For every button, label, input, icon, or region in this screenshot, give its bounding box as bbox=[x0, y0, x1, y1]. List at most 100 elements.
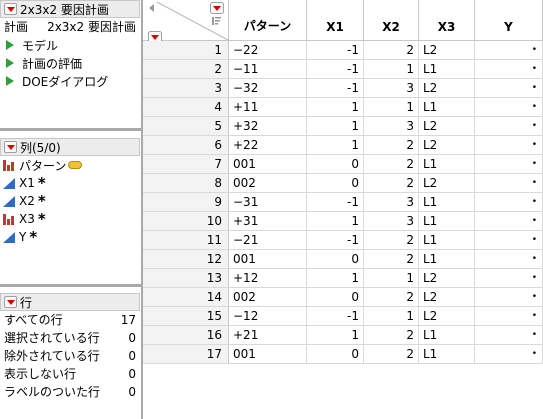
run-script-icon[interactable] bbox=[6, 40, 14, 50]
row-number[interactable]: 2 bbox=[143, 60, 229, 79]
table-row[interactable]: 6 +22 1 2 L2 • bbox=[143, 136, 543, 155]
row-number[interactable]: 6 bbox=[143, 136, 229, 155]
cell-y[interactable]: • bbox=[475, 231, 543, 250]
cell-x3[interactable]: L2 bbox=[419, 41, 475, 60]
row-number[interactable]: 15 bbox=[143, 307, 229, 326]
cell-pattern[interactable]: +32 bbox=[229, 117, 307, 136]
cell-y[interactable]: • bbox=[475, 117, 543, 136]
cell-x1[interactable]: -1 bbox=[307, 231, 364, 250]
table-row[interactable]: 14 002 0 2 L2 • bbox=[143, 288, 543, 307]
cell-x3[interactable]: L1 bbox=[419, 345, 475, 364]
column-item-x2[interactable]: X2 * bbox=[0, 192, 140, 210]
table-row[interactable]: 2 −11 -1 1 L1 • bbox=[143, 60, 543, 79]
panel-divider[interactable] bbox=[0, 284, 141, 287]
cell-y[interactable]: • bbox=[475, 288, 543, 307]
cell-pattern[interactable]: 002 bbox=[229, 288, 307, 307]
row-number[interactable]: 14 bbox=[143, 288, 229, 307]
cell-x2[interactable]: 1 bbox=[364, 269, 419, 288]
cell-x1[interactable]: 0 bbox=[307, 345, 364, 364]
table-row[interactable]: 15 −12 -1 1 L2 • bbox=[143, 307, 543, 326]
cell-x3[interactable]: L1 bbox=[419, 60, 475, 79]
column-item-x1[interactable]: X1 * bbox=[0, 174, 140, 192]
cell-y[interactable]: • bbox=[475, 193, 543, 212]
cell-pattern[interactable]: 001 bbox=[229, 345, 307, 364]
row-number[interactable]: 4 bbox=[143, 98, 229, 117]
cell-pattern[interactable]: +11 bbox=[229, 98, 307, 117]
table-row[interactable]: 11 −21 -1 2 L1 • bbox=[143, 231, 543, 250]
cell-x1[interactable]: 1 bbox=[307, 117, 364, 136]
table-row[interactable]: 13 +12 1 1 L2 • bbox=[143, 269, 543, 288]
cell-x2[interactable]: 2 bbox=[364, 41, 419, 60]
table-menu-red-triangle-icon[interactable] bbox=[4, 3, 17, 15]
table-panel-header[interactable]: 2x3x2 要因計画 bbox=[0, 0, 140, 18]
column-header-x1[interactable]: X1 bbox=[307, 0, 364, 41]
rows-panel-header[interactable]: 行 bbox=[0, 293, 140, 311]
table-row[interactable]: 1 −22 -1 2 L2 • bbox=[143, 41, 543, 60]
cell-x1[interactable]: 1 bbox=[307, 98, 364, 117]
script-evaluate-design[interactable]: 計画の評価 bbox=[0, 54, 140, 72]
row-number[interactable]: 16 bbox=[143, 326, 229, 345]
row-number[interactable]: 5 bbox=[143, 117, 229, 136]
row-number[interactable]: 10 bbox=[143, 212, 229, 231]
cell-x2[interactable]: 2 bbox=[364, 231, 419, 250]
cell-x2[interactable]: 2 bbox=[364, 250, 419, 269]
cell-x1[interactable]: -1 bbox=[307, 193, 364, 212]
table-row[interactable]: 8 002 0 2 L2 • bbox=[143, 174, 543, 193]
row-number[interactable]: 12 bbox=[143, 250, 229, 269]
cell-y[interactable]: • bbox=[475, 345, 543, 364]
cell-x1[interactable]: 1 bbox=[307, 269, 364, 288]
cell-y[interactable]: • bbox=[475, 326, 543, 345]
cell-y[interactable]: • bbox=[475, 250, 543, 269]
cell-y[interactable]: • bbox=[475, 41, 543, 60]
cell-y[interactable]: • bbox=[475, 174, 543, 193]
cell-x1[interactable]: 0 bbox=[307, 288, 364, 307]
cell-x3[interactable]: L2 bbox=[419, 79, 475, 98]
cell-pattern[interactable]: 001 bbox=[229, 155, 307, 174]
column-header-x3[interactable]: X3 bbox=[419, 0, 475, 41]
cell-y[interactable]: • bbox=[475, 79, 543, 98]
cell-x2[interactable]: 3 bbox=[364, 117, 419, 136]
cell-y[interactable]: • bbox=[475, 307, 543, 326]
cell-x1[interactable]: -1 bbox=[307, 307, 364, 326]
cell-pattern[interactable]: +22 bbox=[229, 136, 307, 155]
row-number[interactable]: 9 bbox=[143, 193, 229, 212]
cell-pattern[interactable]: +31 bbox=[229, 212, 307, 231]
cell-x2[interactable]: 2 bbox=[364, 345, 419, 364]
cell-x3[interactable]: L1 bbox=[419, 326, 475, 345]
cell-x3[interactable]: L2 bbox=[419, 174, 475, 193]
columns-menu-red-triangle-icon[interactable] bbox=[4, 141, 17, 153]
cell-x3[interactable]: L2 bbox=[419, 288, 475, 307]
grid-corner[interactable] bbox=[143, 0, 229, 41]
cell-x3[interactable]: L2 bbox=[419, 136, 475, 155]
cell-pattern[interactable]: −12 bbox=[229, 307, 307, 326]
rows-menu-red-triangle-icon[interactable] bbox=[4, 296, 17, 308]
cell-pattern[interactable]: −11 bbox=[229, 60, 307, 79]
cell-x2[interactable]: 3 bbox=[364, 193, 419, 212]
row-number[interactable]: 13 bbox=[143, 269, 229, 288]
row-number[interactable]: 7 bbox=[143, 155, 229, 174]
cell-x2[interactable]: 2 bbox=[364, 155, 419, 174]
cell-pattern[interactable]: −31 bbox=[229, 193, 307, 212]
cell-x2[interactable]: 2 bbox=[364, 326, 419, 345]
table-row[interactable]: 3 −32 -1 3 L2 • bbox=[143, 79, 543, 98]
run-script-icon[interactable] bbox=[6, 76, 14, 86]
table-row[interactable]: 4 +11 1 1 L1 • bbox=[143, 98, 543, 117]
cell-x1[interactable]: -1 bbox=[307, 41, 364, 60]
cell-y[interactable]: • bbox=[475, 155, 543, 174]
cell-x3[interactable]: L1 bbox=[419, 98, 475, 117]
column-header-y[interactable]: Y bbox=[475, 0, 543, 41]
cell-x3[interactable]: L1 bbox=[419, 193, 475, 212]
cell-x3[interactable]: L1 bbox=[419, 212, 475, 231]
panel-divider[interactable] bbox=[0, 128, 141, 131]
cell-pattern[interactable]: −22 bbox=[229, 41, 307, 60]
table-row[interactable]: 7 001 0 2 L1 • bbox=[143, 155, 543, 174]
cell-pattern[interactable]: 002 bbox=[229, 174, 307, 193]
cell-x1[interactable]: 1 bbox=[307, 136, 364, 155]
column-item-x3[interactable]: X3 * bbox=[0, 210, 140, 228]
cell-x3[interactable]: L2 bbox=[419, 269, 475, 288]
column-header-pattern[interactable]: パターン bbox=[229, 0, 307, 41]
table-row[interactable]: 17 001 0 2 L1 • bbox=[143, 345, 543, 364]
cell-x3[interactable]: L1 bbox=[419, 231, 475, 250]
cell-pattern[interactable]: −21 bbox=[229, 231, 307, 250]
cell-x2[interactable]: 2 bbox=[364, 174, 419, 193]
